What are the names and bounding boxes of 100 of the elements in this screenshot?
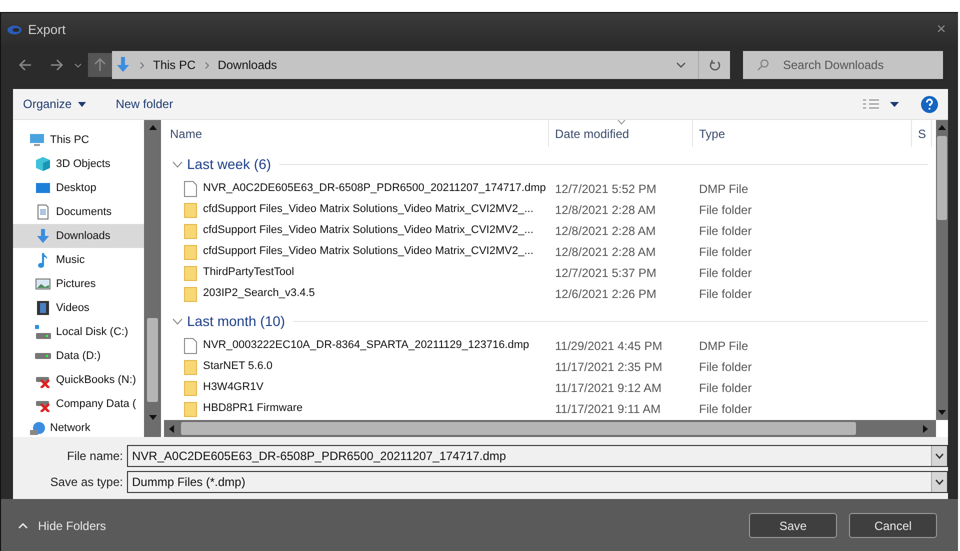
group-header[interactable]: Last month (10) — [187, 310, 286, 332]
download-arrow-icon — [115, 56, 131, 74]
file-row[interactable]: HBD8PR1 Firmware 11/17/2021 9:11 AM File folder — [164, 398, 936, 419]
file-name: NVR_A0C2DE605E63_DR-6508P_PDR6500_20211207_174717.dmp — [203, 181, 546, 196]
scroll-up-icon — [938, 125, 946, 130]
scroll-down-icon — [148, 415, 156, 420]
column-header[interactable]: Type — [693, 120, 912, 147]
horizontal-scrollbar[interactable] — [164, 420, 936, 437]
sidebar-item[interactable]: Downloads — [13, 224, 144, 248]
file-name: cfdSupport Files_Video Matrix Solutions_Video Matrix_CVI2MV2_... — [203, 223, 534, 238]
sidebar-item[interactable]: Documents — [13, 200, 144, 224]
sidebar-item[interactable]: Desktop — [13, 176, 144, 200]
caret-icon[interactable] — [890, 102, 899, 106]
breadcrumb-item[interactable]: This PC — [153, 56, 196, 74]
address-bar[interactable]: This PC Downloads — [112, 51, 730, 79]
file-row[interactable]: cfdSupport Files_Video Matrix Solutions_Video Matrix_CVI2MV2_... 12/8/2021 2:28 AM File folder — [164, 241, 936, 262]
date-cell-text: 11/17/2021 9:12 AM — [554, 380, 663, 396]
download-arrow-icon — [35, 228, 51, 244]
dialog-button[interactable]: Save — [749, 513, 837, 538]
back-arrow-icon[interactable] — [18, 58, 32, 72]
file-name: H3W4GR1V — [203, 380, 264, 396]
type-cell-text: File folder — [698, 358, 752, 376]
caret-icon — [78, 102, 86, 106]
dropdown-caret-icon[interactable] — [74, 61, 82, 69]
computer-icon — [29, 132, 45, 148]
toolbar-button[interactable]: Organize — [23, 95, 86, 113]
file-icon — [184, 338, 197, 354]
desktop-icon — [35, 180, 51, 196]
file-type-dropdown[interactable]: Dummp Files (*.dmp) — [127, 471, 948, 493]
folder-icon — [184, 202, 197, 218]
file-name: HBD8PR1 Firmware — [203, 401, 303, 416]
date-cell-text: 12/8/2021 2:28 AM — [554, 222, 657, 240]
network-icon — [29, 420, 45, 436]
help-icon[interactable] — [921, 96, 938, 112]
chevron-icon — [140, 62, 144, 68]
up-button[interactable] — [88, 53, 112, 77]
chevron-up-icon — [18, 522, 28, 528]
date-cell-text: 12/8/2021 2:28 AM — [554, 202, 657, 218]
sidebar-item[interactable]: This PC — [13, 128, 144, 152]
close-button[interactable]: × — [936, 22, 946, 38]
dropdown-caret-icon[interactable] — [676, 61, 686, 69]
toolbar-button[interactable]: New folder — [116, 95, 174, 113]
search-icon — [757, 59, 769, 71]
file-row[interactable]: cfdSupport Files_Video Matrix Solutions_Video Matrix_CVI2MV2_... 12/8/2021 2:28 AM File folder — [164, 220, 936, 241]
sidebar-item[interactable]: Local Disk (C:) — [13, 320, 144, 344]
folder-icon — [184, 244, 197, 260]
folder-icon — [184, 264, 197, 280]
folder-icon — [184, 380, 197, 396]
file-row[interactable]: H3W4GR1V 11/17/2021 9:12 AM File folder — [164, 377, 936, 398]
document-icon — [35, 204, 51, 220]
search-field[interactable]: Search Downloads — [743, 51, 943, 79]
scroll-thumb[interactable] — [147, 318, 158, 402]
file-row[interactable]: 203IP2_Search_v3.4.5 12/6/2021 2:26 PM File folder — [164, 283, 936, 304]
app-logo-icon — [7, 25, 22, 35]
sidebar-item[interactable]: Music — [13, 248, 144, 272]
type-cell-text: File folder — [698, 244, 752, 260]
field-label: Save as type: — [49, 474, 124, 491]
refresh-icon — [708, 59, 720, 71]
dialog-button[interactable]: Cancel — [849, 513, 937, 538]
file-row[interactable]: StarNET 5.6.0 11/17/2021 2:35 PM File folder — [164, 356, 936, 377]
cube-icon — [35, 156, 51, 172]
sidebar-item[interactable]: 3D Objects — [13, 152, 144, 176]
file-row[interactable]: NVR_0003222EC10A_DR-8364_SPARTA_20211129_123716.dmp 11/29/2021 4:45 PM DMP File — [164, 335, 936, 356]
scroll-thumb[interactable] — [181, 422, 856, 435]
dropdown-caret-icon — [935, 453, 944, 459]
folder-icon — [184, 286, 197, 302]
sidebar-item[interactable]: QuickBooks (N:) — [13, 368, 144, 392]
file-row[interactable]: NVR_A0C2DE605E63_DR-6508P_PDR6500_20211207_174717.dmp 12/7/2021 5:52 PM DMP File — [164, 178, 936, 199]
file-name-field[interactable]: NVR_A0C2DE605E63_DR-6508P_PDR6500_20211207_174717.dmp — [127, 445, 948, 467]
file-row[interactable]: cfdSupport Files_Video Matrix Solutions_Video Matrix_CVI2MV2_... 12/8/2021 2:28 AM File folder — [164, 199, 936, 220]
type-cell-text: File folder — [698, 222, 752, 240]
vertical-scrollbar[interactable] — [144, 120, 161, 437]
drive-icon — [35, 324, 51, 340]
date-cell-text: 12/8/2021 2:28 AM — [554, 244, 657, 260]
column-header[interactable]: Name — [164, 120, 549, 147]
sidebar-item[interactable]: Network — [13, 416, 144, 437]
up-arrow-icon — [94, 58, 106, 72]
sidebar-item[interactable]: Videos — [13, 296, 144, 320]
scroll-up-icon — [148, 125, 156, 130]
date-cell-text: 12/7/2021 5:37 PM — [554, 264, 658, 282]
column-header[interactable]: S — [912, 120, 932, 147]
chevron-icon — [204, 62, 209, 68]
folder-icon — [184, 358, 197, 374]
column-header[interactable]: Date modified — [549, 120, 693, 147]
vertical-scrollbar[interactable] — [936, 120, 948, 420]
file-name: ThirdPartyTestTool — [203, 265, 294, 280]
scroll-thumb[interactable] — [937, 136, 947, 220]
sidebar-item[interactable]: Company Data ( — [13, 392, 144, 416]
hide-folders-button[interactable]: Hide Folders — [18, 516, 106, 534]
sidebar-item[interactable]: Pictures — [13, 272, 144, 296]
breadcrumb-item[interactable]: Downloads — [218, 56, 278, 74]
date-cell-text: 12/7/2021 5:52 PM — [554, 180, 658, 198]
type-cell-text: File folder — [698, 264, 752, 282]
file-row[interactable]: ThirdPartyTestTool 12/7/2021 5:37 PM File folder — [164, 262, 936, 283]
forward-arrow-icon[interactable] — [50, 58, 64, 72]
view-options-icon[interactable] — [862, 98, 880, 110]
field-label: File name: — [66, 448, 124, 465]
sidebar-item[interactable]: Data (D:) — [13, 344, 144, 368]
group-header[interactable]: Last week (6) — [187, 154, 272, 174]
type-cell-text: File folder — [698, 380, 752, 396]
